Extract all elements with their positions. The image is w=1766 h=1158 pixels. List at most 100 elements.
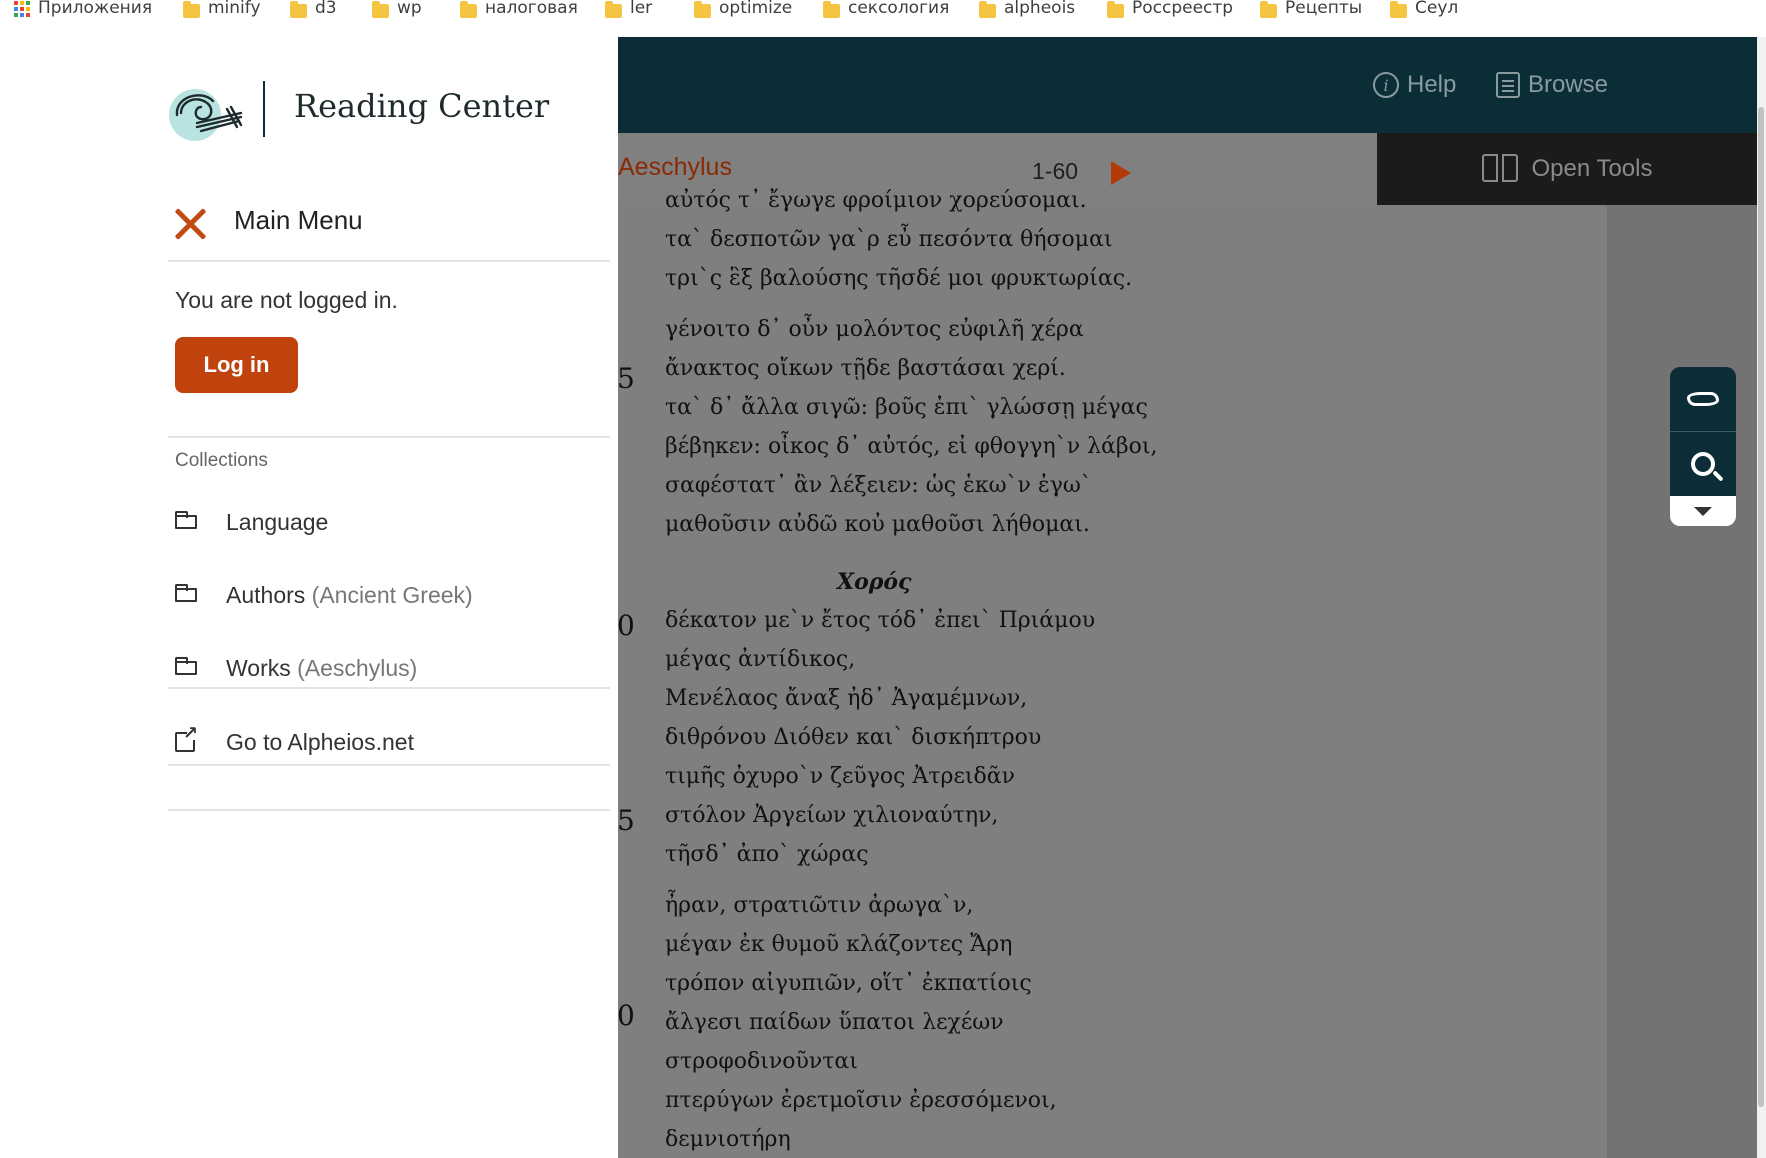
side-menu: Reading Center Main Menu You are not log… — [0, 37, 618, 1158]
info-icon: i — [1373, 72, 1399, 98]
folder-icon — [372, 1, 389, 18]
bookmark-label: Сеул — [1415, 0, 1459, 18]
menu-item-works[interactable]: Works (Aeschylus) — [175, 653, 417, 683]
folder-icon — [605, 1, 622, 18]
menu-item-sub: (Ancient Greek) — [311, 581, 473, 608]
bookmark-wp[interactable]: wp — [372, 0, 422, 19]
logo-divider — [263, 81, 265, 137]
text-line: μαθοῦσιν αὐδῶ κοὐ μαθοῦσι λήθομαι. — [665, 512, 1090, 537]
menu-item-language[interactable]: Language — [175, 507, 328, 537]
bookmark-label: optimize — [719, 0, 793, 18]
text-line: δεμνιοτήρη — [665, 1127, 791, 1152]
menu-item-authors[interactable]: Authors (Ancient Greek) — [175, 580, 473, 610]
caret-down-icon — [1694, 506, 1712, 516]
book-icon — [1481, 154, 1518, 184]
alpheios-logo-icon — [1687, 392, 1719, 406]
divider — [168, 260, 610, 262]
collections-label: Collections — [175, 450, 268, 471]
bookmark-label: Россреестр — [1132, 0, 1234, 18]
line-number: 5 — [617, 362, 635, 395]
divider — [168, 687, 610, 689]
divider — [168, 809, 610, 811]
bookmark-optimize[interactable]: optimize — [694, 0, 792, 19]
menu-item-label: Works — [226, 654, 291, 681]
folder-icon — [1390, 1, 1407, 18]
bookmark-rosreestr[interactable]: Россреестр — [1107, 0, 1233, 19]
folder-icon — [1107, 1, 1124, 18]
bookmark-seoul[interactable]: Сеул — [1390, 0, 1458, 19]
browse-label: Browse — [1528, 71, 1609, 98]
bookmark-label: alpheois — [1004, 0, 1076, 18]
folder-icon — [823, 1, 840, 18]
bookmark-label: сексология — [848, 0, 950, 18]
close-icon[interactable] — [173, 207, 207, 241]
bookmark-ler[interactable]: ler — [605, 0, 652, 19]
author-link[interactable]: Aeschylus — [618, 153, 732, 182]
bookmark-label: Приложения — [38, 0, 153, 18]
bookmark-d3[interactable]: d3 — [290, 0, 337, 19]
text-line: γένοιτο δ᾽ οὖν μολόντος εὐφιλῆ χέρα — [665, 317, 1084, 342]
open-tools-button[interactable]: Open Tools — [1377, 133, 1757, 205]
page-margin — [1607, 205, 1757, 1158]
text-line: βέβηκεν: οἶκος δ᾽ αὐτός, εἰ φθογγη`ν λάβ… — [665, 434, 1158, 459]
text-line: μέγαν ἐκ θυμοῦ κλάζοντες Ἄρη — [665, 932, 1013, 957]
bookmark-label: d3 — [315, 0, 337, 18]
line-number: 5 — [617, 804, 635, 837]
divider — [168, 764, 610, 766]
open-tools-label: Open Tools — [1531, 155, 1653, 182]
search-button[interactable] — [1670, 431, 1736, 496]
text-line: διθρόνου Διόθεν και` δισκήπτρου — [665, 725, 1042, 750]
login-button[interactable]: Log in — [175, 337, 298, 393]
menu-item-label: Authors — [226, 581, 306, 608]
bookmark-label: Рецепты — [1285, 0, 1363, 18]
line-number: 0 — [617, 609, 635, 642]
text-line: τρόπον αἰγυπιῶν, οἵτ᾽ ἐκπατίοις — [665, 971, 1032, 996]
text-line: ἦραν, στρατιῶτιν ἀρωγα`ν, — [665, 893, 974, 918]
menu-item-label: Go to Alpheios.net — [226, 728, 414, 755]
expand-toolbar-button[interactable] — [1670, 496, 1736, 526]
bookmark-apps[interactable]: Приложения — [14, 0, 152, 19]
list-icon — [1496, 72, 1520, 98]
divider — [168, 436, 610, 438]
text-line: τρι`ς ἓξ βαλούσης τῆσδέ μοι φρυκτωρίας. — [665, 266, 1133, 291]
text-line: σαφέστατ᾽ ἂν λέξειεν: ὡς ἑκω`ν ἐγω` — [665, 473, 1092, 498]
bookmark-seksologiya[interactable]: сексология — [823, 0, 949, 19]
help-link[interactable]: i Help — [1373, 71, 1456, 99]
speaker-label: Χορός — [837, 569, 912, 595]
bookmark-nalogovaya[interactable]: налоговая — [460, 0, 578, 19]
bookmark-recepty[interactable]: Рецепты — [1260, 0, 1362, 19]
alpheios-button[interactable] — [1670, 367, 1736, 431]
bookmark-alpheois[interactable]: alpheois — [979, 0, 1075, 19]
text-line: πτερύγων ἐρετμοῖσιν ἐρεσσόμενοι, — [665, 1088, 1057, 1113]
scrollbar-thumb[interactable] — [1758, 107, 1764, 1107]
folder-icon — [979, 1, 996, 18]
menu-item-alpheios-link[interactable]: Go to Alpheios.net — [175, 725, 414, 757]
login-status: You are not logged in. — [175, 287, 398, 313]
page-scrollbar[interactable] — [1757, 37, 1766, 1158]
folder-icon — [175, 657, 197, 675]
text-line: δέκατον με`ν ἔτος τόδ᾽ ἐπει` Πριάμου — [665, 608, 1096, 633]
folder-icon — [175, 584, 197, 602]
menu-item-label: Language — [226, 508, 329, 535]
next-page-icon[interactable] — [1111, 161, 1131, 185]
menu-item-sub: (Aeschylus) — [297, 654, 418, 681]
text-line: μέγας ἀντίδικος, — [665, 647, 856, 672]
folder-icon — [1260, 1, 1277, 18]
floating-toolbar — [1670, 367, 1736, 526]
external-link-icon — [175, 725, 198, 752]
bookmark-label: ler — [630, 0, 653, 18]
search-icon — [1691, 452, 1715, 476]
folder-icon — [175, 511, 197, 529]
reading-center-logo-icon[interactable] — [167, 83, 245, 141]
folder-icon — [183, 1, 200, 18]
bookmark-minify[interactable]: minify — [183, 0, 261, 19]
folder-icon — [694, 1, 711, 18]
bookmark-label: wp — [397, 0, 422, 18]
bookmark-label: налоговая — [485, 0, 578, 18]
browse-link[interactable]: Browse — [1496, 71, 1608, 99]
text-line: τιμῆς ὀχυρο`ν ζεῦγος Ἀτρειδᾶν — [665, 764, 1015, 789]
brand-title[interactable]: Reading Center — [294, 87, 549, 125]
text-line: τῆσδ᾽ ἀπο` χώρας — [665, 842, 869, 867]
bookmark-label: minify — [208, 0, 261, 18]
apps-grid-icon — [14, 1, 30, 17]
